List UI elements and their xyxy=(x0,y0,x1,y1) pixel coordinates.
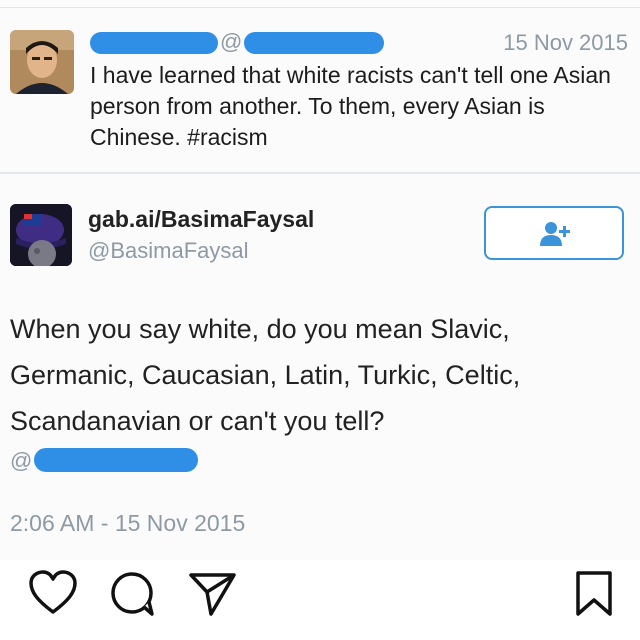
user-handle: @BasimaFaysal xyxy=(88,238,249,263)
bookmark-icon[interactable] xyxy=(574,570,614,623)
tweet-text: I have learned that white racists can't … xyxy=(90,62,611,150)
add-user-icon xyxy=(540,222,570,246)
redacted-display-name xyxy=(90,32,218,54)
mention-at-sign: @ xyxy=(10,448,33,473)
avatar xyxy=(10,30,74,94)
comment-icon[interactable] xyxy=(108,570,158,623)
tweet-date: 15 Nov 2015 xyxy=(503,30,628,55)
heart-icon[interactable] xyxy=(28,570,78,621)
share-icon[interactable] xyxy=(188,570,238,623)
redacted-handle xyxy=(244,32,384,54)
tweet-text: When you say white, do you mean Slavic, … xyxy=(10,314,521,436)
divider xyxy=(0,172,640,174)
avatar xyxy=(10,204,72,266)
follow-button xyxy=(484,206,624,260)
screenshot-image: @ 15 Nov 2015 I have learned that white … xyxy=(0,0,640,560)
handle-at-sign: @ xyxy=(220,29,243,54)
redacted-mention xyxy=(34,448,198,472)
display-name: gab.ai/BasimaFaysal xyxy=(88,206,315,232)
tweet-timestamp: 2:06 AM - 15 Nov 2015 xyxy=(10,510,246,536)
divider xyxy=(0,7,640,8)
